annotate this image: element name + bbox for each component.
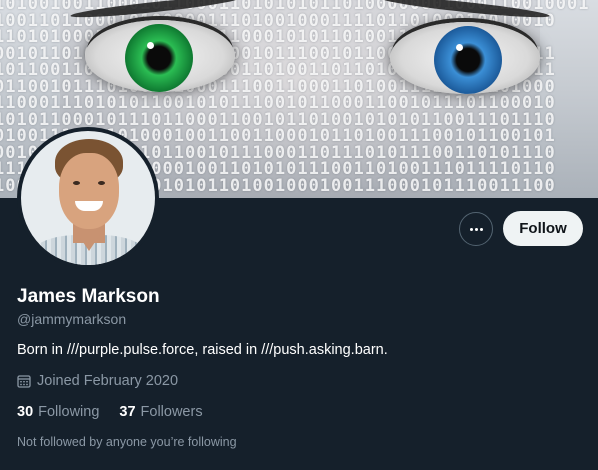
profile-bio: Born in ///purple.pulse.force, raised in… xyxy=(17,342,388,358)
avatar-collar xyxy=(77,233,101,251)
green-iris xyxy=(125,24,193,92)
following-label: Following xyxy=(38,404,100,420)
banner-green-eye xyxy=(85,20,235,92)
eye-glint xyxy=(147,42,154,49)
joined-date: Joined February 2020 xyxy=(17,373,178,389)
following-link[interactable]: 30 Following xyxy=(17,404,99,420)
avatar-right-eye xyxy=(98,181,105,185)
avatar-frame[interactable] xyxy=(17,127,159,269)
following-count: 30 xyxy=(17,404,34,420)
followers-count: 37 xyxy=(119,404,136,420)
more-dots-icon xyxy=(479,227,483,231)
calendar-icon xyxy=(17,374,31,388)
follow-stats: 30 Following 37 Followers xyxy=(17,404,203,420)
blue-iris xyxy=(434,26,502,94)
avatar-left-eye xyxy=(73,181,80,185)
followers-link[interactable]: 37 Followers xyxy=(119,404,202,420)
banner-blue-eye xyxy=(390,22,540,94)
avatar-face xyxy=(59,153,119,229)
follow-button[interactable]: Follow xyxy=(503,211,583,246)
followed-by-context: Not followed by anyone you’re following xyxy=(17,435,237,449)
more-dots-icon xyxy=(469,227,473,231)
joined-text: Joined February 2020 xyxy=(37,373,179,389)
more-options-button[interactable] xyxy=(459,212,493,246)
avatar[interactable] xyxy=(21,131,155,265)
profile-handle: @jammymarkson xyxy=(17,311,127,327)
more-dots-icon xyxy=(474,227,478,231)
profile-name: James Markson xyxy=(17,286,160,307)
eye-glint xyxy=(456,44,463,51)
followers-label: Followers xyxy=(140,404,203,420)
